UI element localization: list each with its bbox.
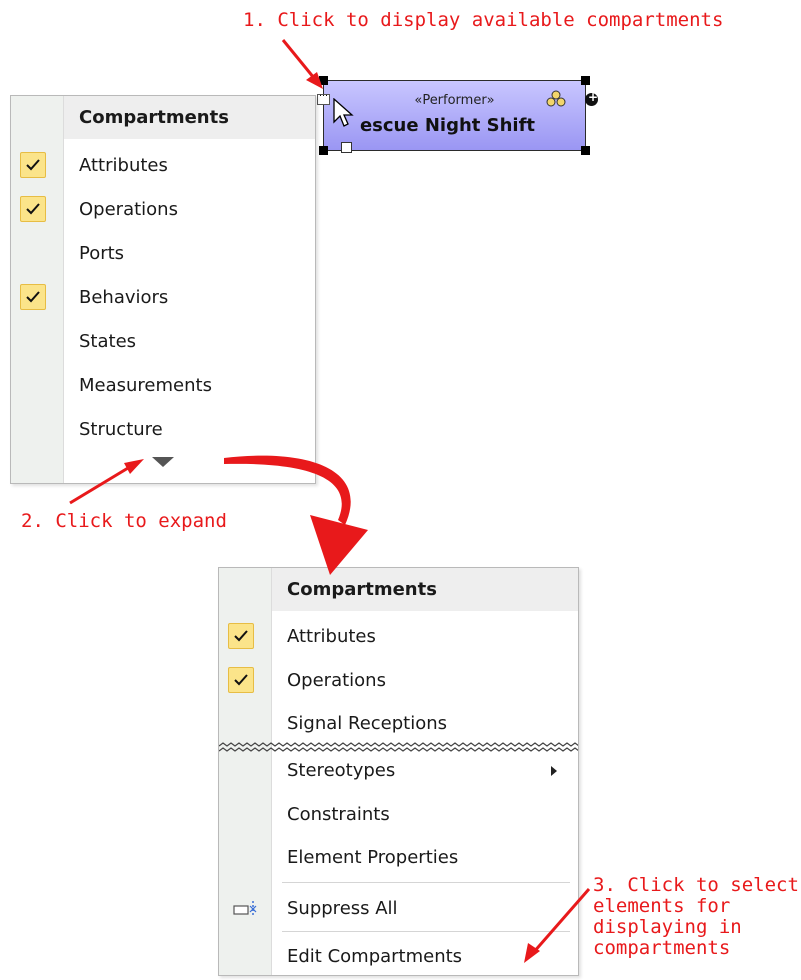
annotation-step3: 3. Click to select elements for displayi…	[593, 875, 799, 959]
menu-header: Compartments	[272, 568, 578, 611]
menu-item-operations[interactable]: Operations	[11, 188, 315, 231]
checkbox-checked[interactable]	[20, 152, 46, 178]
element-name: escue Night Shift	[359, 115, 536, 136]
menu-item-structure[interactable]: Structure	[11, 408, 315, 451]
menu-item-states[interactable]: States	[11, 320, 315, 363]
performer-icon	[546, 90, 566, 107]
expand-down-arrow-icon[interactable]	[152, 457, 174, 467]
performer-element[interactable]: «Performer» escue Night Shift … +	[317, 76, 598, 155]
menu-item-attributes[interactable]: Attributes	[219, 615, 578, 658]
menu-item-label: Operations	[79, 199, 178, 220]
compartments-menu-collapsed: Compartments Attributes Operations Ports…	[10, 95, 316, 484]
menu-item-label: Operations	[287, 670, 386, 691]
menu-item-label: Suppress All	[287, 898, 398, 919]
add-relation-icon[interactable]: +	[585, 90, 599, 106]
compartments-menu-expanded: Compartments Attributes Operations Signa…	[218, 567, 579, 976]
menu-item-element-properties[interactable]: Element Properties	[219, 836, 578, 879]
menu-item-label: Behaviors	[79, 287, 169, 308]
annotation-curved-arrowhead	[310, 515, 368, 575]
checkmark-icon	[234, 674, 248, 686]
annotation-step3-line: 3. Click to select	[593, 874, 799, 896]
menu-item-constraints[interactable]: Constraints	[219, 793, 578, 836]
resize-handle-nw[interactable]	[319, 76, 328, 85]
resize-handle-se[interactable]	[581, 146, 590, 155]
annotation-step3-line: compartments	[593, 937, 731, 959]
menu-item-label: Ports	[79, 243, 125, 264]
menu-separator	[282, 931, 570, 932]
menu-separator	[282, 882, 570, 883]
menu-item-label: Signal Receptions	[287, 713, 448, 734]
menu-item-operations[interactable]: Operations	[219, 659, 578, 702]
checkmark-icon	[26, 159, 40, 171]
checkbox-checked[interactable]	[20, 284, 46, 310]
annotation-step3-line: displaying in	[593, 916, 742, 938]
suppress-all-icon	[233, 901, 257, 917]
menu-item-attributes[interactable]: Attributes	[11, 144, 315, 187]
menu-item-ports[interactable]: Ports	[11, 232, 315, 275]
menu-item-label: Measurements	[79, 375, 212, 396]
annotation-step3-line: elements for	[593, 895, 731, 917]
annotation-step1: 1. Click to display available compartmen…	[243, 9, 724, 31]
checkbox-checked[interactable]	[228, 667, 254, 693]
resize-handle-ne[interactable]	[581, 76, 590, 85]
checkmark-icon	[26, 291, 40, 303]
compartments-button[interactable]: …	[317, 89, 330, 105]
menu-item-signal-receptions[interactable]: Signal Receptions	[219, 702, 578, 745]
menu-item-label: Edit Compartments	[287, 946, 463, 967]
menu-item-label: States	[79, 331, 137, 352]
menu-item-measurements[interactable]: Measurements	[11, 364, 315, 407]
menu-item-edit-compartments[interactable]: Edit Compartments	[219, 935, 578, 978]
plus-icon: +	[588, 90, 599, 104]
menu-item-label: Constraints	[287, 804, 390, 825]
shortcut-icon[interactable]	[341, 142, 352, 153]
checkmark-icon	[26, 203, 40, 215]
annotation-arrow-1	[281, 39, 316, 79]
submenu-arrow-icon	[551, 766, 557, 776]
menu-item-suppress-all[interactable]: Suppress All	[219, 887, 578, 930]
menu-header-label: Compartments	[287, 579, 437, 600]
menu-item-label: Structure	[79, 419, 163, 440]
menu-header: Compartments	[64, 96, 315, 139]
ellipsis-icon: …	[319, 89, 328, 99]
menu-item-label: Stereotypes	[287, 760, 396, 781]
annotation-step2: 2. Click to expand	[21, 510, 227, 532]
menu-item-label: Attributes	[79, 155, 168, 176]
mouse-cursor-icon	[333, 98, 354, 127]
menu-item-label: Attributes	[287, 626, 376, 647]
resize-handle-sw[interactable]	[319, 146, 328, 155]
menu-item-behaviors[interactable]: Behaviors	[11, 276, 315, 319]
checkbox-checked[interactable]	[20, 196, 46, 222]
menu-item-stereotypes[interactable]: Stereotypes	[219, 749, 578, 792]
menu-item-label: Element Properties	[287, 847, 459, 868]
checkmark-icon	[234, 630, 248, 642]
checkbox-checked[interactable]	[228, 623, 254, 649]
menu-header-label: Compartments	[79, 107, 229, 128]
